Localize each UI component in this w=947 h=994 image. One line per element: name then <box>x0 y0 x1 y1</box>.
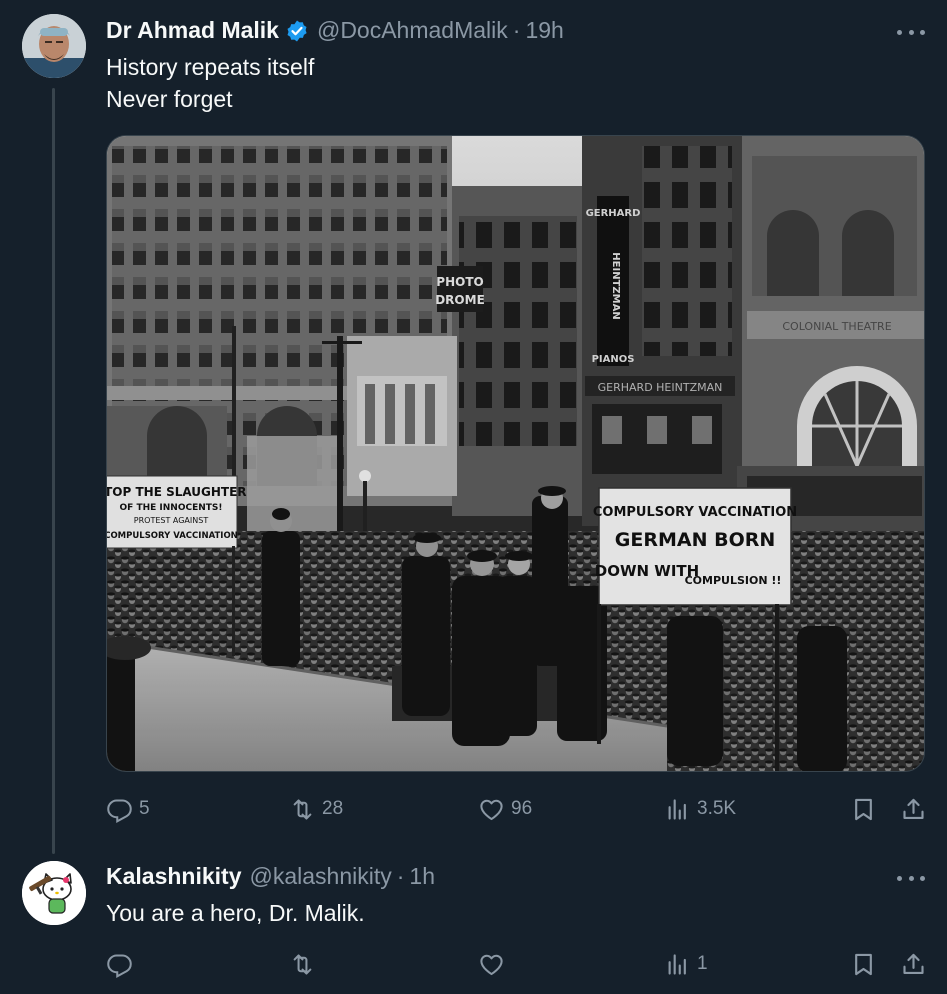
retweet-count: 28 <box>322 798 344 819</box>
like-button[interactable]: 96 <box>478 789 532 829</box>
like-icon <box>480 954 503 975</box>
bookmark-icon <box>855 953 872 975</box>
bookmark-icon <box>855 798 872 820</box>
tweet-header: Dr Ahmad Malik @DocAhmadMalik · 19h <box>106 17 564 44</box>
tweet-text: History repeats itself Never forget <box>106 51 314 115</box>
share-button[interactable] <box>900 789 927 829</box>
reply-actions: 1 <box>106 944 926 984</box>
views-button[interactable]: 1 <box>664 944 708 984</box>
share-button[interactable] <box>900 944 927 984</box>
reply-icon <box>107 953 132 978</box>
reply-text: You are a hero, Dr. Malik. <box>106 900 365 926</box>
protest-photo: PHOTO DROME GERHARD HEINTZMAN PIANOS GER… <box>107 136 924 771</box>
verified-icon[interactable] <box>285 19 309 43</box>
retweet-icon <box>293 798 312 820</box>
tweet-text-line: Never forget <box>106 86 233 112</box>
like-button[interactable] <box>478 944 505 984</box>
share-icon <box>903 953 924 974</box>
like-icon <box>480 799 503 820</box>
like-count: 96 <box>511 798 533 819</box>
reply-avatar-image <box>22 861 86 925</box>
reply-timestamp[interactable]: 1h <box>409 863 435 890</box>
separator: · <box>512 17 521 43</box>
reply-avatar[interactable] <box>22 861 86 925</box>
views-count: 3.5K <box>697 798 737 819</box>
reply-author-name[interactable]: Kalashnikity <box>106 863 242 890</box>
bookmark-button[interactable] <box>850 944 877 984</box>
tweet-actions: 5 28 96 3.5K <box>106 789 926 829</box>
more-icon[interactable] <box>897 22 925 42</box>
views-icon <box>668 953 686 975</box>
tweet-text-line: History repeats itself <box>106 54 315 80</box>
retweet-button[interactable] <box>289 944 316 984</box>
bookmark-button[interactable] <box>850 789 877 829</box>
retweet-button[interactable]: 28 <box>289 789 343 829</box>
views-icon <box>668 798 686 820</box>
author-handle[interactable]: @DocAhmadMalik <box>317 17 508 44</box>
reply-button[interactable] <box>106 944 133 984</box>
views-count: 1 <box>697 953 708 974</box>
separator: · <box>396 863 405 889</box>
avatar[interactable] <box>22 14 86 78</box>
reply-icon <box>107 798 132 823</box>
retweet-icon <box>293 953 312 975</box>
reply-header: Kalashnikity @kalashnikity · 1h <box>106 863 435 890</box>
reply-button[interactable]: 5 <box>106 789 150 829</box>
share-icon <box>903 798 924 819</box>
timestamp[interactable]: 19h <box>525 17 563 44</box>
more-icon[interactable] <box>897 868 925 888</box>
tweet-main[interactable]: Dr Ahmad Malik @DocAhmadMalik · 19h Hist… <box>0 0 947 850</box>
reply-author-handle[interactable]: @kalashnikity <box>250 863 392 890</box>
views-button[interactable]: 3.5K <box>664 789 736 829</box>
author-name[interactable]: Dr Ahmad Malik <box>106 17 279 44</box>
tweet-photo[interactable]: PHOTO DROME GERHARD HEINTZMAN PIANOS GER… <box>106 135 925 772</box>
avatar-image <box>22 14 86 78</box>
reply-count: 5 <box>139 798 150 819</box>
